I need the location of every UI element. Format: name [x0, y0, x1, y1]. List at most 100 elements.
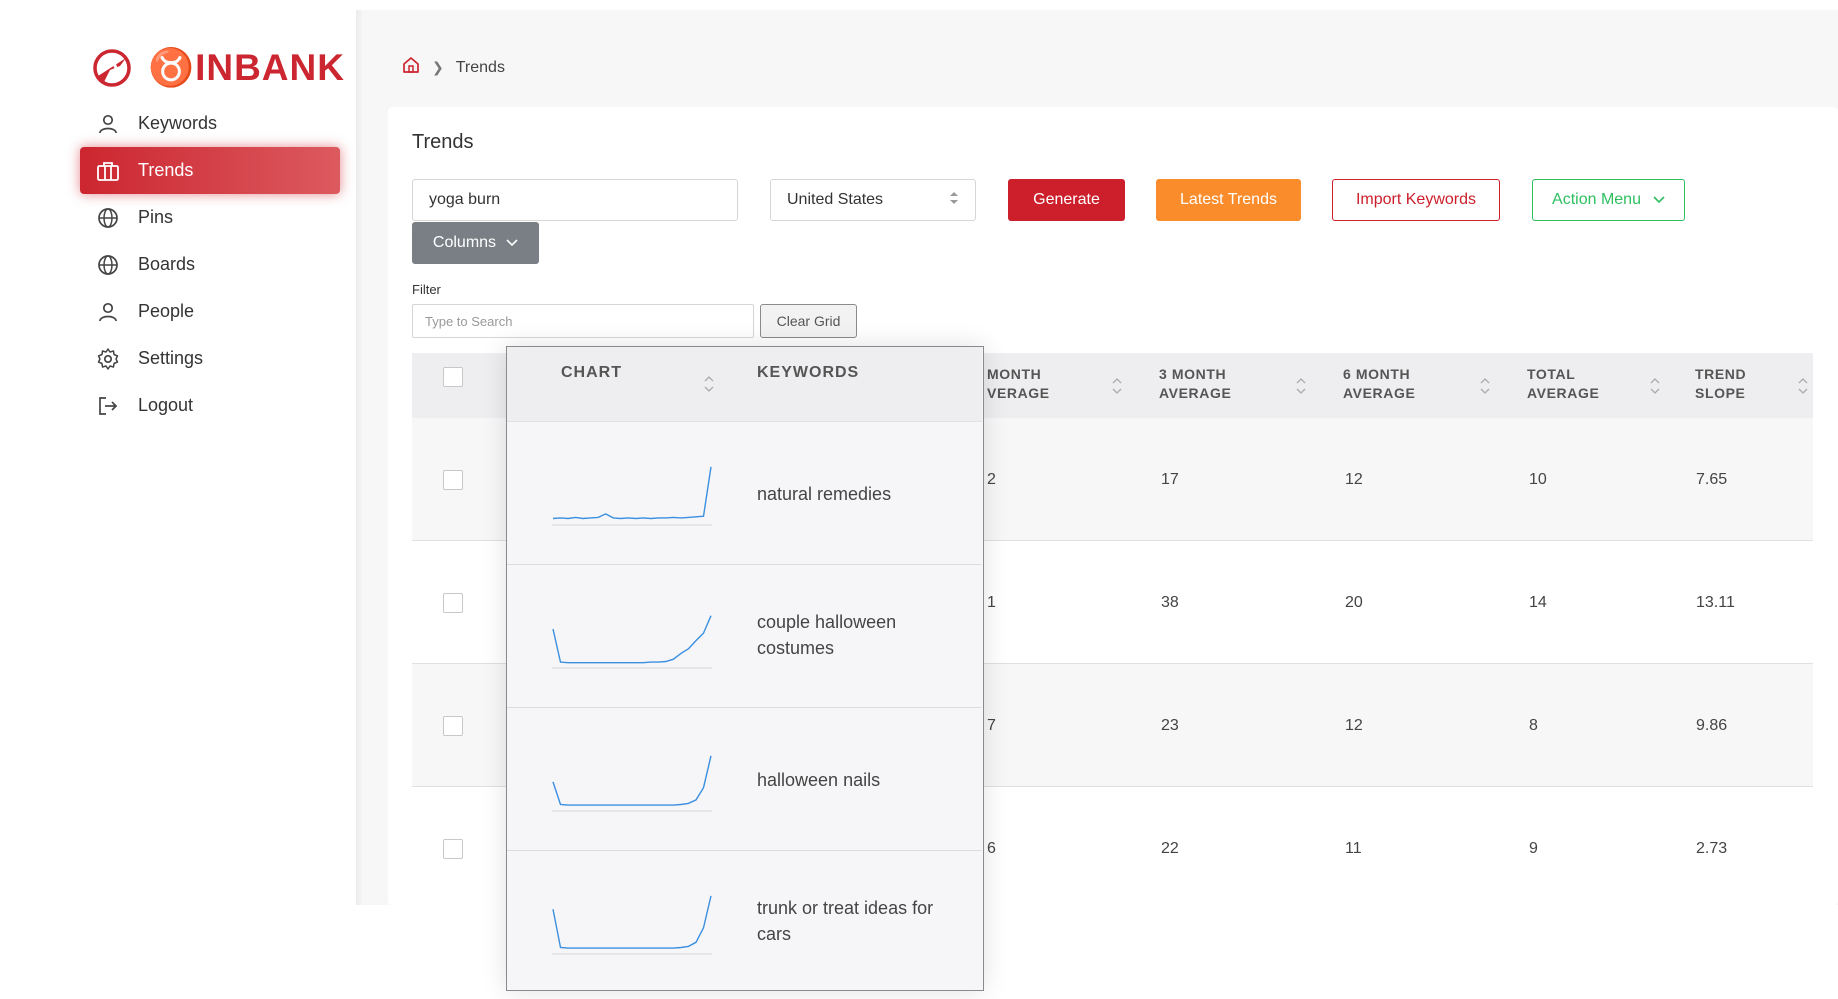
header-line: 3 MONTH [1159, 366, 1227, 382]
cell-month-average: 6 [987, 840, 996, 857]
sidebar-item-label: Keywords [138, 113, 218, 133]
popup-row[interactable]: couple halloween costumes [507, 565, 982, 708]
sidebar-item-label: Pins [138, 207, 174, 227]
sort-icon[interactable] [1112, 377, 1122, 395]
home-icon[interactable] [402, 56, 420, 79]
columns-button[interactable]: Columns [412, 222, 539, 264]
briefcase-icon [96, 159, 120, 183]
popup-row[interactable]: natural remedies [507, 422, 982, 565]
chevron-down-icon [506, 234, 518, 252]
header-line: AVERAGE [1159, 385, 1232, 401]
cell-3-month-average: 38 [1161, 594, 1179, 611]
breadcrumb-current: Trends [455, 58, 505, 76]
sidebar: ♉INBANK Keywords Trends Pins Boards Peop… [0, 0, 356, 905]
sidebar-item-label: Trends [138, 160, 194, 180]
sort-icon[interactable] [704, 375, 714, 393]
column-header-total-average[interactable]: TOTAL AVERAGE [1527, 365, 1599, 403]
header-line: TREND [1695, 366, 1747, 382]
select-all-checkbox[interactable] [443, 367, 463, 387]
sort-icon[interactable] [1296, 377, 1306, 395]
row-checkbox[interactable] [443, 593, 463, 613]
header-line: TOTAL [1527, 366, 1576, 382]
import-keywords-button[interactable]: Import Keywords [1332, 179, 1500, 221]
filter-input[interactable]: Type to Search [412, 304, 754, 338]
action-menu-button[interactable]: Action Menu [1532, 179, 1685, 221]
chevron-down-icon [1653, 191, 1665, 209]
column-header-trend-slope[interactable]: TREND SLOPE [1695, 365, 1746, 403]
sidebar-item-label: Settings [138, 348, 204, 368]
pinbank-logo-icon [93, 49, 131, 87]
trend-sparkline [552, 895, 712, 955]
sidebar-item-logout[interactable]: Logout [80, 382, 340, 429]
sidebar-item-label: People [138, 301, 195, 321]
header-line: AVERAGE [1527, 385, 1600, 401]
cell-total-average: 9 [1529, 840, 1538, 857]
cell-total-average: 14 [1529, 594, 1547, 611]
cell-6-month-average: 20 [1345, 594, 1363, 611]
sort-icon[interactable] [1798, 377, 1808, 395]
cell-month-average: 1 [987, 594, 996, 611]
sort-icon[interactable] [1480, 377, 1490, 395]
chevron-right-icon: ❯ [432, 59, 444, 75]
logo[interactable]: ♉INBANK [90, 45, 345, 91]
sidebar-item-keywords[interactable]: Keywords [80, 100, 340, 147]
keyword-text: couple halloween costumes [757, 612, 897, 658]
columns-label: Columns [432, 234, 497, 251]
trend-sparkline [552, 466, 712, 526]
sidebar-nav: Keywords Trends Pins Boards People Setti… [80, 100, 340, 429]
generate-button[interactable]: Generate [1008, 179, 1125, 221]
header-line: 6 MONTH [1343, 366, 1411, 382]
cell-trend-slope: 2.73 [1696, 840, 1728, 857]
keyword-text: halloween nails [757, 770, 881, 790]
sidebar-item-label: Logout [138, 395, 194, 415]
popup-row[interactable]: trunk or treat ideas for cars [507, 851, 982, 989]
cell-3-month-average: 22 [1161, 840, 1179, 857]
header-line: MONTH [987, 366, 1042, 382]
globe-icon [96, 206, 120, 230]
sort-arrows-icon [949, 191, 959, 210]
cell-6-month-average: 12 [1345, 717, 1363, 734]
cell-6-month-average: 11 [1345, 840, 1362, 857]
latest-trends-button[interactable]: Latest Trends [1156, 179, 1301, 221]
filter-label: Filter [412, 282, 441, 297]
sidebar-item-label: Boards [138, 254, 196, 274]
sort-icon[interactable] [1650, 377, 1660, 395]
column-header-6-month-average[interactable]: 6 MONTH AVERAGE [1343, 365, 1415, 403]
trend-sparkline [552, 755, 712, 812]
country-select[interactable]: United States [770, 179, 976, 221]
column-header-month-average[interactable]: MONTH VERAGE [987, 365, 1050, 403]
sidebar-item-people[interactable]: People [80, 288, 340, 335]
row-checkbox[interactable] [443, 839, 463, 859]
keyword-search-input[interactable] [412, 179, 738, 221]
keyword-text: trunk or treat ideas for cars [757, 898, 934, 944]
column-header-keywords[interactable]: KEYWORDS [757, 364, 859, 382]
popup-header: CHART KEYWORDS [507, 347, 982, 422]
cell-trend-slope: 13.11 [1696, 594, 1735, 611]
keyword-text: natural remedies [757, 484, 892, 504]
gear-icon [96, 347, 120, 371]
cell-total-average: 8 [1529, 717, 1538, 734]
action-menu-label: Action Menu [1552, 191, 1641, 208]
cell-month-average: 7 [987, 717, 996, 734]
page-title: Trends [412, 131, 474, 153]
row-checkbox[interactable] [443, 470, 463, 490]
header-line: SLOPE [1695, 385, 1746, 401]
sidebar-item-boards[interactable]: Boards [80, 241, 340, 288]
cell-month-average: 2 [987, 471, 996, 488]
sidebar-item-settings[interactable]: Settings [80, 335, 340, 382]
user-icon [96, 300, 120, 324]
sidebar-item-pins[interactable]: Pins [80, 194, 340, 241]
column-header-chart[interactable]: CHART [561, 364, 622, 382]
cell-3-month-average: 17 [1161, 471, 1179, 488]
clear-grid-button[interactable]: Clear Grid [760, 304, 857, 338]
popup-row[interactable]: halloween nails [507, 708, 982, 851]
column-header-3-month-average[interactable]: 3 MONTH AVERAGE [1159, 365, 1231, 403]
sparkline-path [552, 466, 712, 520]
country-select-value: United States [787, 191, 884, 208]
row-checkbox[interactable] [443, 716, 463, 736]
sidebar-item-trends[interactable]: Trends [80, 147, 340, 194]
logout-icon [96, 394, 120, 418]
sparkline-path [552, 615, 712, 664]
header-line: VERAGE [987, 385, 1050, 401]
user-icon [96, 112, 120, 136]
